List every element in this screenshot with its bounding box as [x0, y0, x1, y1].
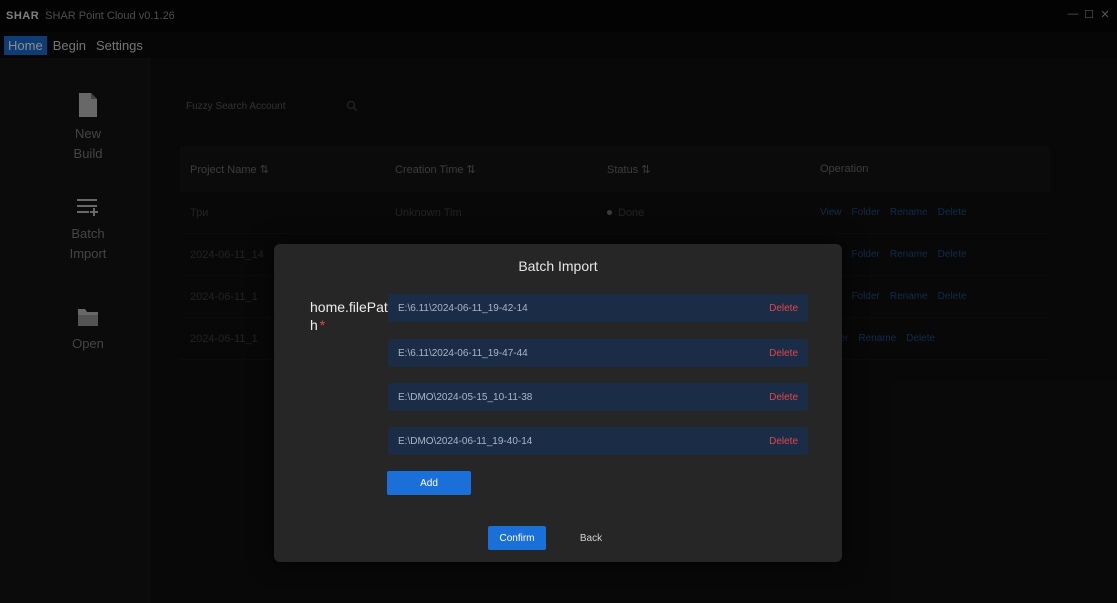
app-window: SHAR SHAR Point Cloud v0.1.26 — ☐ ✕ Home… [0, 0, 1117, 603]
delete-path-button[interactable]: Delete [769, 436, 798, 447]
path-value[interactable]: E:\DMO\2024-05-15_10-11-38 [398, 392, 532, 403]
add-path-button[interactable]: Add [387, 471, 471, 495]
path-value[interactable]: E:\6.11\2024-06-11_19-47-44 [398, 348, 528, 359]
file-path-label: home.filePath * [310, 298, 388, 334]
required-mark: * [319, 317, 326, 333]
delete-path-button[interactable]: Delete [769, 348, 798, 359]
path-value[interactable]: E:\6.11\2024-06-11_19-42-14 [398, 303, 528, 314]
delete-path-button[interactable]: Delete [769, 303, 798, 314]
dialog-title: Batch Import [518, 258, 598, 274]
delete-path-button[interactable]: Delete [769, 392, 798, 403]
confirm-button[interactable]: Confirm [488, 526, 546, 550]
path-entry[interactable]: E:\6.11\2024-06-11_19-47-44 Delete [388, 339, 808, 367]
path-entry[interactable]: E:\DMO\2024-05-15_10-11-38 Delete [388, 383, 808, 411]
back-button[interactable]: Back [566, 526, 616, 550]
path-entry[interactable]: E:\6.11\2024-06-11_19-42-14 Delete [388, 294, 808, 322]
path-value[interactable]: E:\DMO\2024-06-11_19-40-14 [398, 436, 532, 447]
batch-import-dialog: Batch Import home.filePath * E:\6.11\2024… [274, 244, 842, 562]
path-entry[interactable]: E:\DMO\2024-06-11_19-40-14 Delete [388, 427, 808, 455]
